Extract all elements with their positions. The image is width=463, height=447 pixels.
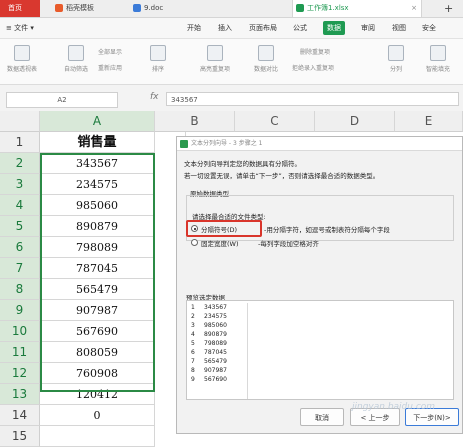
dialog-line-1: 文本分列向导判定您的数据具有分隔符。 (184, 160, 301, 168)
filter-icon (68, 45, 84, 61)
new-tab-icon[interactable]: + (440, 0, 460, 17)
row-header[interactable]: 7 (0, 258, 40, 279)
row-header[interactable]: 8 (0, 279, 40, 300)
row-header[interactable]: 6 (0, 237, 40, 258)
row-header[interactable]: 11 (0, 342, 40, 363)
row-header[interactable]: 9 (0, 300, 40, 321)
menu-insert[interactable]: 插入 (218, 18, 232, 38)
auto-filter-label: 自动筛选 (63, 66, 88, 73)
show-all-button[interactable]: 全部显示 (98, 47, 122, 56)
close-icon[interactable]: × (411, 0, 417, 17)
pivot-table-icon (14, 45, 30, 61)
header-cell[interactable]: 销售量 (40, 132, 155, 153)
dialog-line-2: 若一切设置无误，请单击“下一步”，否则请选择最合适的数据类型。 (184, 172, 380, 180)
preview-row-value: 567690 (204, 376, 227, 383)
formula-input[interactable]: 343567 (166, 92, 459, 106)
fx-icon[interactable]: fx (150, 92, 159, 102)
select-all-corner[interactable] (0, 111, 40, 132)
highlight-duplicates-icon (207, 45, 223, 61)
menu-formulas[interactable]: 公式 (293, 18, 307, 38)
text-to-columns-icon (388, 45, 404, 61)
row-header[interactable]: 10 (0, 321, 40, 342)
column-header-a[interactable]: A (40, 111, 155, 132)
templates-icon (55, 4, 63, 12)
fixed-width-description: -每列字段加空格对齐 (258, 240, 319, 248)
cancel-button[interactable]: 取消 (300, 408, 344, 426)
column-header-c[interactable]: C (235, 111, 315, 132)
menu-review[interactable]: 审阅 (361, 18, 375, 38)
column-header-b[interactable]: B (155, 111, 235, 132)
sort-icon (150, 45, 166, 61)
sort-button[interactable]: 排序 (140, 41, 176, 73)
row-header[interactable]: 13 (0, 384, 40, 405)
text-to-columns-button[interactable]: 分列 (380, 41, 412, 73)
cell-a[interactable] (40, 426, 155, 447)
watermark: jingyan.baidu.com (352, 402, 436, 412)
fixed-width-radio[interactable] (191, 239, 198, 246)
tab-templates[interactable]: 稻壳模板 (52, 0, 124, 17)
text-to-columns-label: 分列 (389, 66, 402, 73)
tab-workbook[interactable]: 工作簿1.xlsx × (292, 0, 422, 17)
row-header[interactable]: 15 (0, 426, 40, 447)
delimited-radio[interactable] (191, 225, 198, 232)
highlight-duplicates-button[interactable]: 高亮重复项 (190, 41, 240, 73)
remove-duplicates-button[interactable]: 删除重复项 (300, 47, 330, 56)
row-header[interactable]: 12 (0, 363, 40, 384)
pivot-table-label: 数据透视表 (6, 66, 37, 73)
smart-fill-label: 智能填充 (425, 66, 450, 73)
row-header[interactable]: 5 (0, 216, 40, 237)
data-compare-icon (258, 45, 274, 61)
name-box[interactable]: A2 (6, 92, 118, 108)
doc-icon (133, 4, 141, 12)
column-header-d[interactable]: D (315, 111, 395, 132)
menu-page-layout[interactable]: 页面布局 (249, 18, 277, 38)
sort-label: 排序 (151, 66, 164, 73)
dialog-app-icon (180, 140, 188, 148)
smart-fill-button[interactable]: 智能填充 (416, 41, 460, 73)
file-menu[interactable]: ≡ 文件 ▾ (6, 18, 34, 38)
highlight-duplicates-label: 高亮重复项 (199, 66, 230, 73)
row-header[interactable]: 4 (0, 195, 40, 216)
data-compare-label: 数据对比 (253, 66, 278, 73)
row-header[interactable]: 2 (0, 153, 40, 174)
preview-row-number: 9 (191, 376, 195, 383)
menu-home[interactable]: 开始 (187, 18, 201, 38)
reject-duplicates-button[interactable]: 拒绝录入重复项 (292, 63, 334, 72)
preview-list: 1 343567 2 234575 3 985060 4 890879 5 798089 6 7870… (187, 303, 248, 399)
auto-filter-button[interactable]: 自动筛选 (56, 41, 96, 73)
row-header[interactable]: 14 (0, 405, 40, 426)
selection-range (40, 153, 155, 392)
delimited-description: -用分隔字符，如逗号或制表符分隔每个字段 (264, 226, 390, 234)
data-compare-button[interactable]: 数据对比 (246, 41, 286, 73)
delimited-label[interactable]: 分隔符号(D) (201, 224, 237, 234)
reapply-button[interactable]: 重新应用 (98, 63, 122, 72)
pivot-table-button[interactable]: 数据透视表 (2, 41, 42, 73)
data-preview[interactable]: 1 343567 2 234575 3 985060 4 890879 5 798089 6 7870… (186, 300, 454, 400)
tab-doc-label: 9.doc (144, 4, 164, 12)
column-header-e[interactable]: E (395, 111, 463, 132)
tab-bar: 首页 稻壳模板 9.doc 工作簿1.xlsx × + (0, 0, 463, 18)
ribbon: 数据透视表 自动筛选 全部显示 重新应用 排序 高亮重复项 数据对比 拒绝录入重… (0, 39, 463, 85)
tab-doc[interactable]: 9.doc (130, 0, 240, 17)
tab-workbook-label: 工作簿1.xlsx (307, 4, 349, 12)
preview-row: 9 567690 (187, 375, 247, 385)
row-header[interactable]: 3 (0, 174, 40, 195)
menu-view[interactable]: 视图 (392, 18, 406, 38)
dialog-title: 文本分列向导 - 3 步骤之 1 (177, 137, 462, 151)
menu-data[interactable]: 数据 (323, 21, 345, 35)
sheet-icon (296, 4, 304, 12)
row-header[interactable]: 1 (0, 132, 40, 153)
cell-a[interactable]: 0 (40, 405, 155, 426)
smart-fill-icon (430, 45, 446, 61)
tab-home[interactable]: 首页 (0, 0, 40, 17)
menu-security[interactable]: 安全 (422, 18, 436, 38)
tab-templates-label: 稻壳模板 (66, 4, 94, 12)
fixed-width-label[interactable]: 固定宽度(W) (201, 238, 239, 248)
tab-home-label: 首页 (8, 4, 22, 12)
menu-bar: ≡ 文件 ▾ 开始 插入 页面布局 公式 数据 审阅 视图 安全 (0, 18, 463, 39)
